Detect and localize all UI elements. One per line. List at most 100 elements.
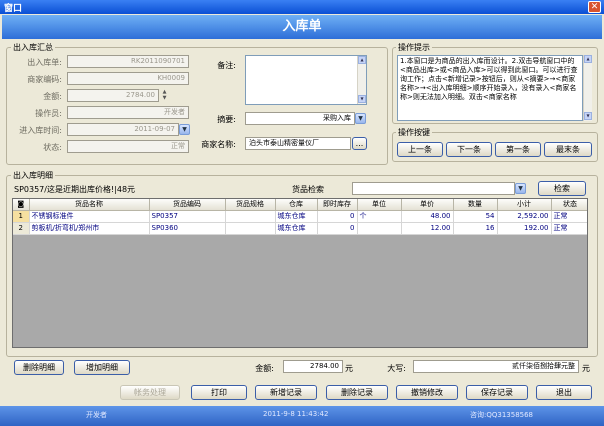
cell-qty[interactable]: 54 <box>453 210 498 223</box>
upper-amount-label: 大写: <box>387 364 406 373</box>
audit-button[interactable]: 帐务处理 <box>120 385 180 400</box>
scroll-down-icon[interactable]: ▼ <box>584 112 592 120</box>
status-contact: 咨询:QQ31358568 <box>470 411 534 419</box>
save-record-button[interactable]: 保存记录 <box>466 385 528 400</box>
status-datetime: 2011-9-8 11:43:42 <box>263 410 329 418</box>
page-title: 入库单 <box>2 15 602 39</box>
stock-time-field[interactable]: 2011-09-07 <box>67 123 179 136</box>
merchant-code-label: 商家编码: <box>27 75 62 84</box>
column-header[interactable]: 货品名称 <box>29 199 150 211</box>
cell-unit[interactable]: 个 <box>357 210 402 223</box>
total-amount-unit: 元 <box>345 364 353 373</box>
cell-code[interactable]: SP0360 <box>149 222 226 235</box>
new-record-button[interactable]: 新增记录 <box>255 385 317 400</box>
column-header[interactable]: 单位 <box>357 199 402 211</box>
nav-legend: 操作按键 <box>396 127 432 138</box>
print-button[interactable]: 打印 <box>191 385 247 400</box>
upper-amount-field[interactable]: 贰仟柒佰捌拾肆元整 <box>413 360 579 373</box>
merchant-name-label: 商家名称: <box>201 140 236 149</box>
notes-scrollbar[interactable]: ▲ ▼ <box>357 56 366 104</box>
prev-record-button[interactable]: 上一条 <box>397 142 443 157</box>
add-detail-button[interactable]: 增加明细 <box>74 360 130 375</box>
next-record-button[interactable]: 下一条 <box>446 142 492 157</box>
scroll-up-icon[interactable]: ▲ <box>358 56 366 64</box>
merchant-code-field[interactable]: KH0009 <box>67 72 189 85</box>
column-header[interactable]: ◙ <box>13 199 30 211</box>
close-icon[interactable]: ✕ <box>588 1 601 13</box>
merchant-picker-button[interactable]: ... <box>352 137 367 150</box>
column-header[interactable]: 单价 <box>401 199 454 211</box>
cell-price[interactable]: 48.00 <box>401 210 454 223</box>
stock-time-label: 进入库时间: <box>19 126 62 135</box>
column-header[interactable]: 状态 <box>551 199 587 211</box>
cell-warehouse[interactable]: 城东仓库 <box>275 210 318 223</box>
abstract-select[interactable]: 采购入库 <box>245 112 355 125</box>
chevron-down-icon[interactable]: ▼ <box>355 113 366 124</box>
column-header[interactable]: 仓库 <box>275 199 318 211</box>
last-record-button[interactable]: 最末条 <box>544 142 592 157</box>
summary-legend: 出入库汇总 <box>11 42 55 53</box>
recent-price-text: SP0357/这是近期出库价格!|48元 <box>14 185 136 194</box>
undo-changes-button[interactable]: 撤销修改 <box>396 385 458 400</box>
search-label: 货品检索 <box>292 185 324 194</box>
total-amount-field[interactable]: 2784.00 <box>283 360 343 373</box>
cell-spec[interactable] <box>225 210 276 223</box>
grid-header-row: ◙ 货品名称 货品编码 货品规格 仓库 即时库存 单位 单价 数量 小计 状态 <box>13 199 587 211</box>
delete-detail-button[interactable]: 删除明细 <box>14 360 64 375</box>
table-row[interactable]: 2 剪板机/折弯机/郑州市 SP0360 城东仓库 0 12.00 16 192… <box>13 222 587 235</box>
abstract-label: 摘要: <box>217 115 236 124</box>
window-title: 窗口 <box>4 4 23 14</box>
status-label: 状态: <box>43 143 62 152</box>
cell-subtotal[interactable]: 2,592.00 <box>497 210 552 223</box>
notes-textarea[interactable] <box>245 55 367 105</box>
cell-stock[interactable]: 0 <box>317 222 358 235</box>
cell-name[interactable]: 剪板机/折弯机/郑州市 <box>29 222 150 235</box>
table-row[interactable]: 1 不锈钢标准件 SP0357 城东仓库 0 个 48.00 54 2,592.… <box>13 210 587 223</box>
title-bar: 窗口 ✕ <box>0 0 604 14</box>
column-header[interactable]: 货品规格 <box>225 199 276 211</box>
first-record-button[interactable]: 第一条 <box>495 142 541 157</box>
detail-grid[interactable]: ◙ 货品名称 货品编码 货品规格 仓库 即时库存 单位 单价 数量 小计 状态 … <box>12 198 588 348</box>
row-index[interactable]: 2 <box>13 222 30 235</box>
cell-price[interactable]: 12.00 <box>401 222 454 235</box>
scroll-up-icon[interactable]: ▲ <box>584 55 592 63</box>
detail-legend: 出入库明细 <box>11 170 55 181</box>
status-user: 开发者 <box>86 411 107 419</box>
status-field[interactable]: 正常 <box>67 140 189 153</box>
order-no-label: 出入库单: <box>27 58 62 67</box>
cell-unit[interactable] <box>357 222 402 235</box>
cell-code[interactable]: SP0357 <box>149 210 226 223</box>
operator-label: 操作员: <box>35 109 62 118</box>
column-header[interactable]: 即时库存 <box>317 199 358 211</box>
chevron-down-icon[interactable]: ▼ <box>179 124 190 135</box>
search-input[interactable] <box>352 182 515 195</box>
search-button[interactable]: 检索 <box>538 181 586 196</box>
cell-spec[interactable] <box>225 222 276 235</box>
chevron-down-icon[interactable]: ▼ <box>515 183 526 194</box>
amount-spinner[interactable]: ▲ ▼ <box>160 89 169 102</box>
tips-scrollbar[interactable]: ▲ ▼ <box>583 55 592 121</box>
operator-field[interactable]: 开发者 <box>67 106 189 119</box>
cell-subtotal[interactable]: 192.00 <box>497 222 552 235</box>
column-header[interactable]: 货品编码 <box>149 199 226 211</box>
tips-legend: 操作提示 <box>396 42 432 53</box>
status-bar: 开发者 2011-9-8 11:43:42 咨询:QQ31358568 <box>0 406 604 426</box>
cell-name[interactable]: 不锈钢标准件 <box>29 210 150 223</box>
delete-record-button[interactable]: 删除记录 <box>326 385 388 400</box>
column-header[interactable]: 小计 <box>497 199 552 211</box>
tips-text: 1.本窗口是为商品的出入库而设计。2.双击导航窗口中的<商品出库>或<商品入库>… <box>397 55 583 121</box>
cell-status[interactable]: 正常 <box>551 222 587 235</box>
exit-button[interactable]: 退出 <box>536 385 592 400</box>
row-index[interactable]: 1 <box>13 210 30 223</box>
order-no-field[interactable]: RK2011090701 <box>67 55 189 68</box>
amount-field[interactable]: 2784.00 <box>67 89 159 102</box>
total-amount-label: 金额: <box>255 364 274 373</box>
grid-corner-icon: ◙ <box>17 200 25 209</box>
column-header[interactable]: 数量 <box>453 199 498 211</box>
cell-qty[interactable]: 16 <box>453 222 498 235</box>
scroll-down-icon[interactable]: ▼ <box>358 95 366 103</box>
merchant-name-field[interactable]: 泊头市泰山精密量仪厂 <box>245 137 351 150</box>
cell-status[interactable]: 正常 <box>551 210 587 223</box>
cell-stock[interactable]: 0 <box>317 210 358 223</box>
cell-warehouse[interactable]: 城东仓库 <box>275 222 318 235</box>
